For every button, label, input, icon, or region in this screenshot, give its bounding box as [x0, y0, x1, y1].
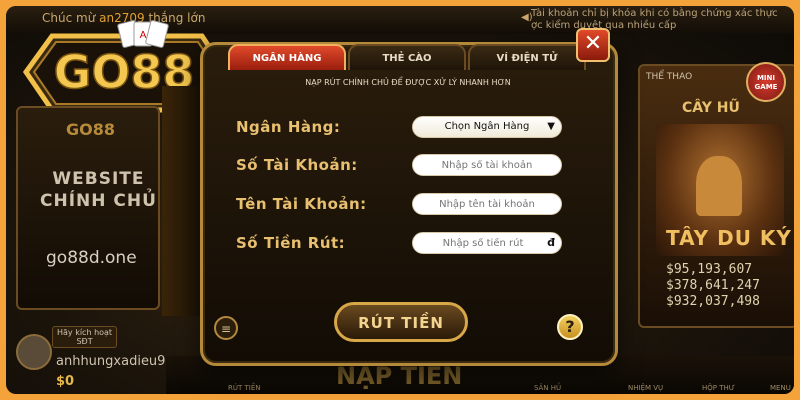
side-banner — [162, 86, 200, 316]
tab-ewallet[interactable]: VÍ ĐIỆN TỬ — [468, 44, 586, 70]
website-card-brand: GO88 — [66, 120, 115, 139]
amount-input[interactable] — [413, 233, 547, 253]
website-line-1: WEBSITE — [52, 169, 145, 189]
withdraw-button[interactable]: RÚT TIỀN — [334, 302, 468, 342]
activate-line-1: Hãy kích hoạt — [57, 328, 113, 337]
help-icon[interactable]: ? — [557, 314, 583, 340]
jackpot-title: CÂY HŨ — [682, 100, 740, 116]
history-icon[interactable]: ≡ — [214, 316, 238, 340]
tab-card[interactable]: THẺ CÀO — [348, 44, 466, 70]
amount-field[interactable]: đ — [412, 232, 562, 254]
chevron-down-icon: ▼ — [547, 121, 555, 132]
jackpot-value: $95,193,607 — [666, 262, 753, 277]
svg-text:A: A — [140, 30, 147, 41]
deposit-nav-button[interactable]: NẠP TIỀN — [336, 362, 462, 390]
amount-label: Số Tiền Rút: — [236, 234, 346, 252]
close-icon[interactable]: ✕ — [576, 28, 610, 62]
monkey-king-figure — [696, 156, 742, 216]
bank-label: Ngân Hàng: — [236, 118, 341, 136]
website-line-2: CHÍNH CHỦ — [40, 191, 157, 211]
tab-bank[interactable]: NGÂN HÀNG — [228, 44, 346, 70]
modal-subtitle: NẠP RÚT CHÍNH CHỦ ĐỂ ĐƯỢC XỬ LÝ NHANH HƠ… — [305, 78, 511, 87]
withdraw-nav-item[interactable]: RÚT TIỀN — [228, 384, 261, 392]
website-card-text: WEBSITE CHÍNH CHỦ — [40, 168, 157, 212]
account-number-field[interactable] — [412, 154, 562, 176]
security-notice: Tài khoản chỉ bị khóa khi có bằng chứng … — [531, 8, 778, 32]
jackpot-nav-item[interactable]: SẢN HỦ — [534, 384, 561, 392]
user-balance: $0 — [56, 374, 75, 389]
game-brand: TÂY DU KÝ — [666, 226, 792, 250]
avatar[interactable] — [16, 334, 52, 370]
bank-select-value: Chọn Ngân Hàng — [444, 121, 530, 132]
missions-nav-item[interactable]: NHIỆM VỤ — [628, 384, 663, 392]
sports-label[interactable]: THỂ THAO — [646, 72, 692, 82]
account-name-field[interactable] — [412, 193, 562, 215]
jackpot-value: $378,641,247 — [666, 278, 760, 293]
notice-line-1: Tài khoản chỉ bị khóa khi có bằng chứng … — [531, 8, 778, 19]
mini-game-button[interactable]: MINI GAME — [746, 62, 786, 102]
mailbox-nav-item[interactable]: HỘP THƯ — [702, 384, 735, 392]
currency-dong-icon: đ — [547, 236, 555, 249]
notice-line-2: ợc kiểm duyệt qua nhiều cấp — [531, 20, 677, 31]
website-domain: go88d.one — [46, 248, 137, 268]
activate-phone-badge[interactable]: Hãy kích hoạt SĐT — [52, 326, 118, 348]
account-number-label: Số Tài Khoản: — [236, 156, 358, 174]
activate-line-2: SĐT — [76, 337, 93, 346]
bank-select[interactable]: Chọn Ngân Hàng ▼ — [412, 116, 562, 138]
username: anhhungxadieu9 — [56, 354, 166, 369]
website-card[interactable]: GO88 WEBSITE CHÍNH CHỦ go88d.one — [16, 106, 160, 310]
account-name-label: Tên Tài Khoản: — [236, 195, 367, 213]
jackpot-value: $932,037,498 — [666, 294, 760, 309]
account-number-input[interactable] — [413, 155, 561, 175]
menu-nav-item[interactable]: MENU — [770, 384, 791, 392]
account-name-input[interactable] — [413, 194, 561, 214]
